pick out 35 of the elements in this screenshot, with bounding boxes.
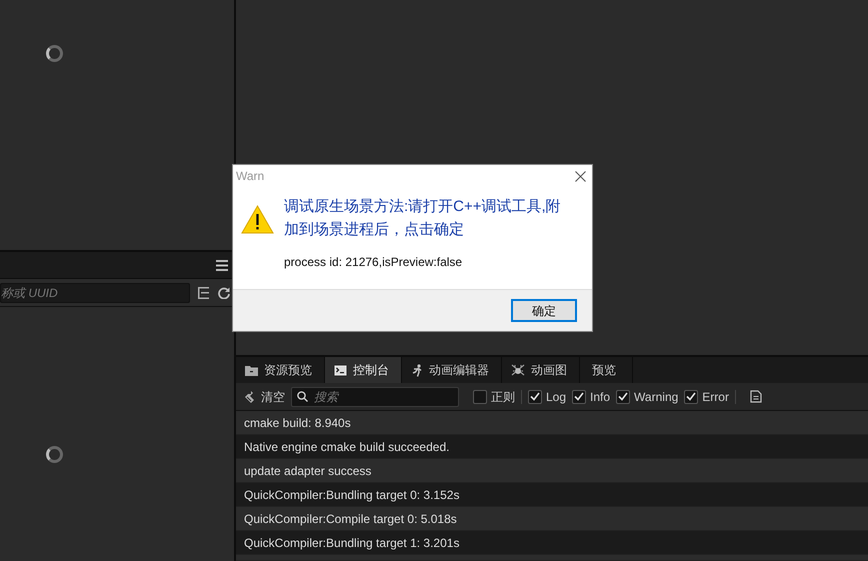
filter-checkbox[interactable]: Info xyxy=(572,388,610,406)
checkbox[interactable] xyxy=(616,390,630,404)
close-icon[interactable] xyxy=(575,170,586,182)
search-field[interactable]: 称或 UUID xyxy=(0,282,190,302)
tree-list-icon[interactable] xyxy=(198,286,210,298)
loading-spinner-icon xyxy=(46,45,63,62)
loading-spinner-icon xyxy=(46,446,63,462)
warning-icon xyxy=(241,205,274,234)
filter-checkbox[interactable]: Error xyxy=(684,388,729,406)
checkbox[interactable] xyxy=(473,390,487,404)
crossed-node-icon xyxy=(511,364,525,376)
folder-icon xyxy=(245,364,258,376)
process-info-text: process id: 21276,isPreview:false xyxy=(284,254,464,271)
document-icon[interactable] xyxy=(750,390,762,403)
dialog-message: 调试原生场景方法:请打开C++调试工具,附加到场景进程后，点击确定 xyxy=(284,197,562,240)
running-figure-icon xyxy=(411,364,423,376)
dialog-title: Warn xyxy=(236,168,264,185)
log-entry: Native engine cmake build succeeded. xyxy=(236,435,868,459)
search-field[interactable]: 搜索 xyxy=(291,386,459,406)
ok-button[interactable]: 确定 xyxy=(511,299,577,322)
checkbox[interactable] xyxy=(528,390,542,404)
clear-button[interactable]: 清空 xyxy=(244,388,285,406)
filter-checkbox[interactable]: 正则 xyxy=(473,388,515,406)
checkbox[interactable] xyxy=(684,390,698,404)
panel-tab[interactable]: 控制台 xyxy=(325,357,402,383)
broom-icon xyxy=(244,390,257,402)
checkbox[interactable] xyxy=(572,390,586,404)
terminal-icon xyxy=(334,364,347,376)
menu-icon[interactable] xyxy=(216,260,228,270)
refresh-icon[interactable] xyxy=(218,286,230,298)
log-entry: QuickCompiler:Bundling target 1: 3.201s xyxy=(236,531,868,555)
search-icon xyxy=(297,390,308,402)
log-entry: QuickCompiler:Bundling target 0: 3.152s xyxy=(236,483,868,507)
filter-checkbox[interactable]: Warning xyxy=(616,388,678,406)
filter-checkbox[interactable]: Log xyxy=(528,388,566,406)
